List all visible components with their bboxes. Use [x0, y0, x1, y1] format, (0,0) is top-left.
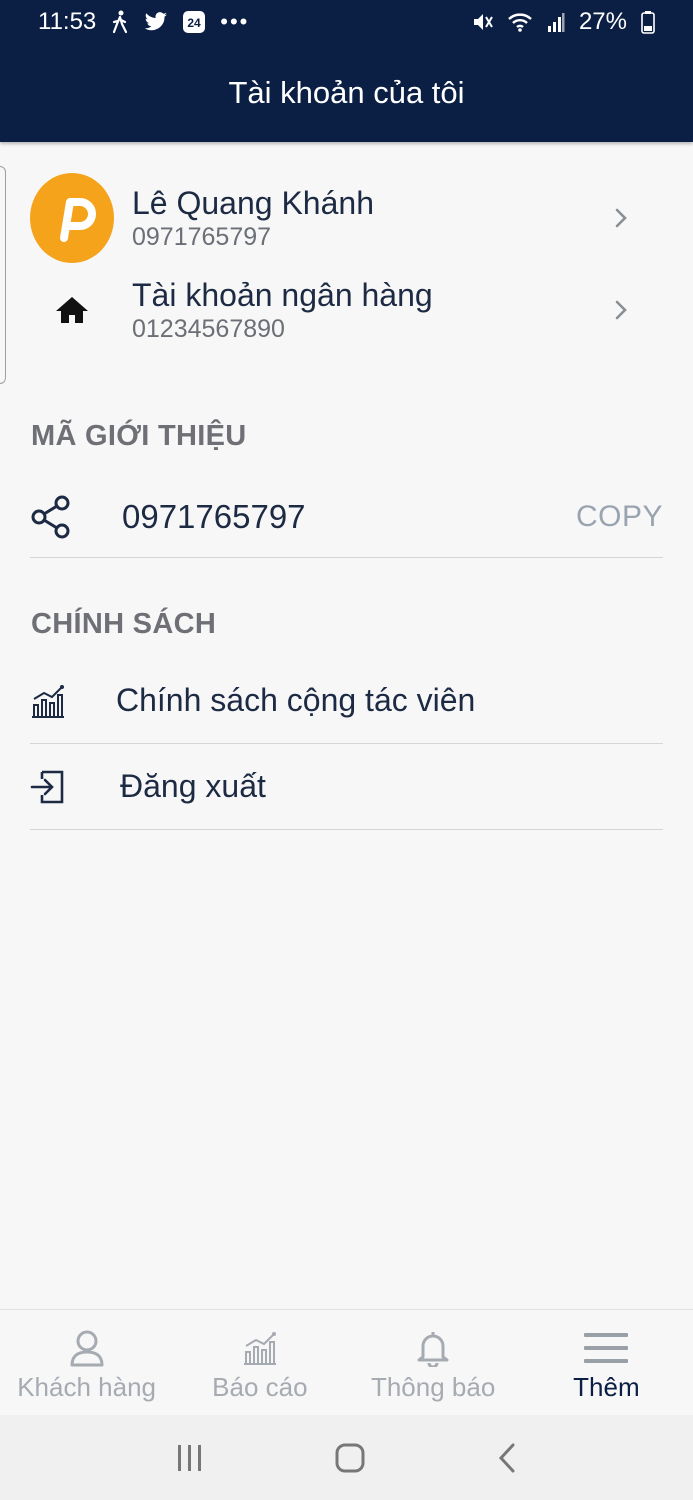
logo-p-icon [60, 198, 96, 242]
share-icon[interactable] [30, 495, 72, 539]
menu-item-label: Đăng xuất [120, 768, 266, 804]
menu-item-logout[interactable]: Đăng xuất [30, 744, 663, 830]
page-title: Tài khoản của tôi [228, 75, 465, 110]
bell-icon [417, 1332, 449, 1367]
nav-label: Báo cáo [212, 1372, 308, 1402]
profile-row[interactable]: Lê Quang Khánh 0971765797 [30, 172, 663, 264]
chart-icon [32, 684, 64, 718]
policy-section-title: CHÍNH SÁCH [31, 608, 217, 640]
signal-icon [547, 13, 565, 32]
profile-phone: 0971765797 [132, 223, 272, 251]
bottom-nav: Khách hàng Báo cáo Thông báo Thêm [0, 1309, 693, 1415]
user-icon [70, 1330, 104, 1367]
status-bar-left: 11:53 24 ••• [38, 8, 249, 36]
referral-section-title: MÃ GIỚI THIỆU [31, 420, 247, 452]
twitter-icon [145, 12, 168, 31]
bank-number: 01234567890 [132, 315, 285, 343]
profile-info: Lê Quang Khánh 0971765797 [132, 184, 609, 252]
nav-label: Thêm [573, 1372, 640, 1402]
walking-icon [113, 10, 128, 34]
home-icon [30, 295, 114, 325]
chevron-right-icon[interactable] [609, 298, 633, 322]
back-icon[interactable] [497, 1443, 517, 1473]
logout-icon [30, 770, 64, 803]
bank-account-row[interactable]: Tài khoản ngân hàng 01234567890 [30, 270, 663, 350]
menu-item-collaborator-policy[interactable]: Chính sách cộng tác viên [30, 658, 663, 744]
referral-code: 0971765797 [122, 497, 306, 535]
chevron-right-icon[interactable] [609, 206, 633, 230]
status-bar-right: 27% [471, 8, 655, 36]
referral-row: 0971765797 COPY [30, 476, 663, 558]
nav-item-more[interactable]: Thêm [520, 1310, 693, 1415]
system-nav-bar [0, 1415, 693, 1500]
wifi-icon [508, 13, 532, 32]
home-button-icon[interactable] [335, 1443, 365, 1473]
nav-item-reports[interactable]: Báo cáo [173, 1310, 346, 1415]
bank-info: Tài khoản ngân hàng 01234567890 [132, 276, 609, 344]
menu-icon [584, 1333, 629, 1363]
mute-icon [473, 14, 493, 30]
copy-button[interactable]: COPY [576, 500, 663, 534]
news24-icon: 24 [183, 11, 206, 33]
avatar [30, 173, 114, 263]
status-time: 11:53 [38, 8, 97, 35]
battery-icon [641, 11, 655, 34]
drawer-edge-handle[interactable] [0, 166, 6, 384]
svg-text:24: 24 [188, 16, 202, 30]
more-dots-icon: ••• [220, 9, 250, 34]
chart-icon [243, 1332, 276, 1365]
app-bar: Tài khoản của tôi [0, 44, 693, 142]
nav-item-notifications[interactable]: Thông báo [347, 1310, 520, 1415]
recent-apps-icon[interactable] [176, 1443, 204, 1473]
nav-item-customers[interactable]: Khách hàng [0, 1310, 173, 1415]
status-bar: 11:53 24 ••• 27% [0, 0, 693, 44]
profile-name: Lê Quang Khánh [132, 185, 374, 221]
bank-label: Tài khoản ngân hàng [132, 277, 433, 313]
nav-label: Khách hàng [17, 1372, 157, 1402]
nav-label: Thông báo [370, 1372, 496, 1402]
battery-percent: 27% [578, 8, 627, 35]
menu-item-label: Chính sách cộng tác viên [116, 682, 476, 718]
